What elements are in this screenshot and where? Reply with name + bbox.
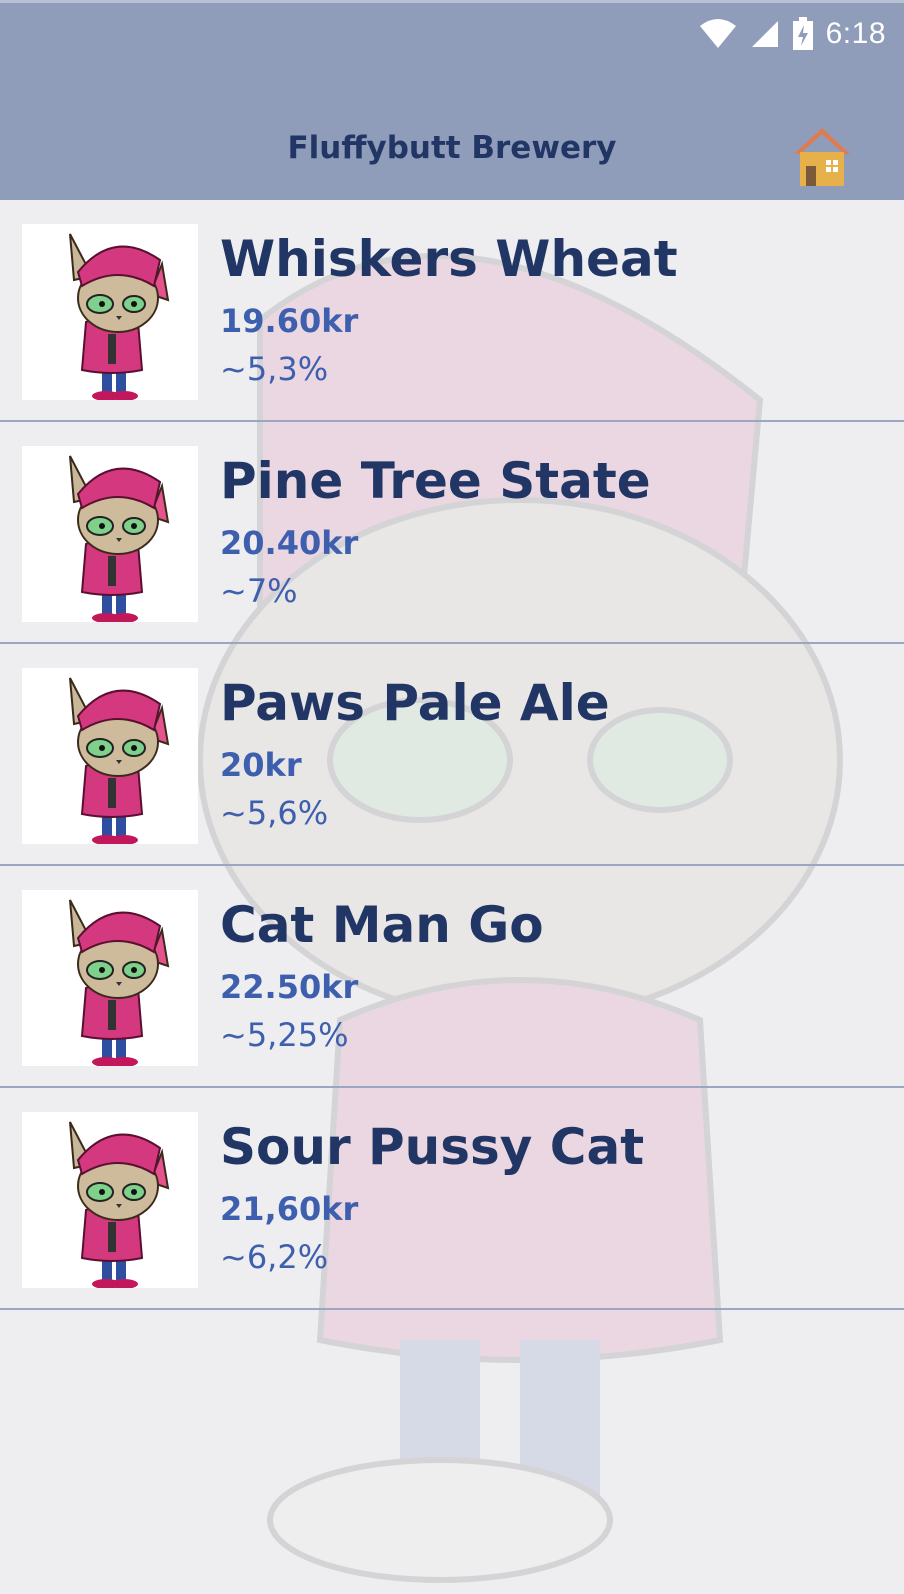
beer-abv: ~6,2% (220, 1238, 329, 1276)
beer-list-item[interactable]: Sour Pussy Cat 21,60kr ~6,2% (0, 1088, 904, 1310)
status-bar: 6:18 (0, 0, 904, 64)
beer-list-item[interactable]: Pine Tree State 20.40kr ~7% (0, 422, 904, 644)
beer-abv: ~5,3% (220, 350, 329, 388)
beer-list: Whiskers Wheat 19.60kr ~5,3% Pine Tree S… (0, 200, 904, 1310)
beer-abv: ~7% (220, 572, 298, 610)
beer-name: Cat Man Go (220, 896, 544, 954)
beer-price: 20kr (220, 746, 302, 784)
status-time: 6:18 (825, 17, 886, 50)
home-icon[interactable] (790, 124, 854, 188)
status-icons: 6:18 (698, 17, 886, 51)
app-title: Fluffybutt Brewery (287, 130, 617, 166)
beer-price: 22.50kr (220, 968, 359, 1006)
beer-price: 20.40kr (220, 524, 359, 562)
beer-list-item[interactable]: Paws Pale Ale 20kr ~5,6% (0, 644, 904, 866)
beer-thumbnail-image (22, 668, 198, 844)
beer-thumbnail-image (22, 1112, 198, 1288)
beer-list-item[interactable]: Cat Man Go 22.50kr ~5,25% (0, 866, 904, 1088)
beer-name: Whiskers Wheat (220, 230, 678, 288)
beer-list-item[interactable]: Whiskers Wheat 19.60kr ~5,3% (0, 200, 904, 422)
beer-abv: ~5,25% (220, 1016, 349, 1054)
beer-price: 19.60kr (220, 302, 359, 340)
beer-thumbnail-image (22, 890, 198, 1066)
beer-name: Sour Pussy Cat (220, 1118, 645, 1176)
beer-thumbnail-image (22, 446, 198, 622)
beer-abv: ~5,6% (220, 794, 329, 832)
beer-price: 21,60kr (220, 1190, 359, 1228)
cell-signal-icon (751, 21, 778, 47)
beer-name: Pine Tree State (220, 452, 651, 510)
wifi-icon (699, 19, 736, 48)
beer-name: Paws Pale Ale (220, 674, 610, 732)
beer-thumbnail-image (22, 224, 198, 400)
battery-charging-icon (792, 17, 813, 50)
app-bar: Fluffybutt Brewery (0, 64, 904, 200)
